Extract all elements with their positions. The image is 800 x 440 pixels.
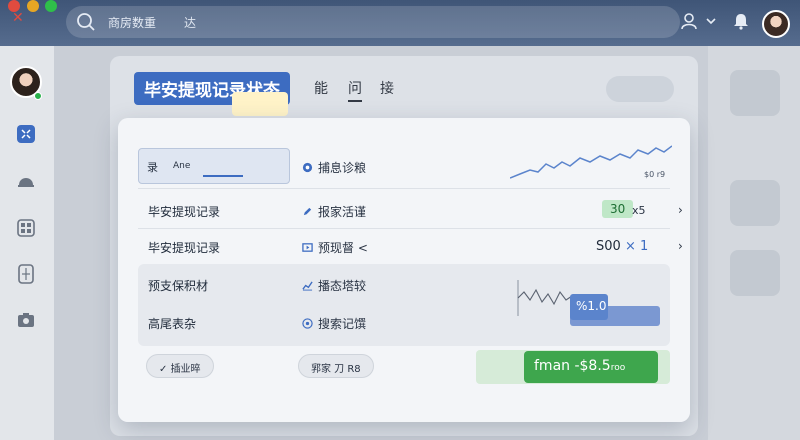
chart-icon — [302, 281, 313, 291]
window-minimize-dot[interactable] — [27, 0, 39, 12]
secondary-button-label: 插业晬 — [170, 364, 201, 375]
search-text: 商房数重 — [108, 16, 157, 30]
background-chip — [232, 92, 288, 116]
row-label-text: 搜索记馔 — [318, 317, 367, 331]
row-divider — [138, 188, 670, 189]
status-badge: 30 — [602, 200, 634, 218]
search-icon — [77, 13, 95, 31]
window-icon — [302, 243, 313, 252]
sparkline-label: $0 r9 — [644, 170, 666, 179]
grid-icon[interactable] — [16, 218, 36, 238]
window-maximize-dot[interactable] — [45, 0, 57, 12]
row-title: 高尾表杂 — [148, 317, 197, 331]
secondary-button[interactable]: ✓ 插业晬 — [146, 354, 214, 378]
tab-3[interactable]: 接 — [380, 78, 394, 98]
main-card: 录 Ane 捕息诊粮 $0 r9 毕安提现记录 报家活谨 › 30 x5 毕安提… — [118, 118, 690, 422]
cloud-icon[interactable] — [16, 172, 36, 192]
badge-suffix: x5 — [632, 204, 646, 217]
primary-button-label: fman -$8.5 — [534, 358, 611, 374]
row-label: 播态塔较 — [302, 277, 366, 294]
row-label: 捕息诊粮 — [302, 159, 366, 176]
top-bar: ✕ 商房数重 达 — [0, 0, 800, 46]
primary-button-suffix: roo — [610, 363, 626, 373]
tab-2[interactable]: 问 — [348, 78, 362, 102]
row-label: 搜索记馔 — [302, 315, 366, 332]
row-label-text: 预现督 < — [318, 241, 368, 255]
row-label-text: 捕息诊粮 — [318, 161, 367, 175]
tab-1[interactable]: 能 — [314, 78, 328, 98]
amount-number: S00 — [596, 239, 621, 254]
camera-icon[interactable] — [16, 310, 36, 330]
chevron-right-icon[interactable]: › — [678, 203, 683, 217]
background-pill — [606, 76, 674, 102]
row-label-text: 报家活谨 — [318, 205, 367, 219]
left-rail — [0, 46, 54, 440]
amount-multiplier: × 1 — [624, 239, 649, 254]
row-label-text: 播态塔较 — [318, 279, 367, 293]
primary-button[interactable]: fman -$8.5roo — [524, 351, 658, 383]
row-label: 预现督 < — [302, 239, 368, 256]
amount-value: S00 × 1 — [596, 239, 648, 254]
edit-icon — [303, 207, 312, 216]
background-tile — [730, 250, 780, 296]
gear-icon — [302, 162, 313, 173]
list-item[interactable]: 毕安提现记录 预现督 < › — [138, 228, 683, 266]
search-scope-tab[interactable]: 达 — [184, 14, 196, 31]
chevron-down-icon[interactable] — [705, 15, 717, 27]
row-title: 预支保积材 — [148, 279, 209, 293]
calculator-icon[interactable] — [16, 264, 36, 284]
bell-icon[interactable] — [732, 12, 750, 30]
row-label: 报家活谨 — [302, 203, 366, 220]
close-icon[interactable]: ✕ — [12, 10, 24, 26]
row-title: 毕安提现记录 — [148, 241, 221, 255]
mini-line-chart — [517, 280, 573, 316]
user-icon[interactable] — [680, 12, 698, 30]
target-icon — [302, 318, 313, 329]
online-status-dot — [34, 92, 42, 100]
check-icon: ✓ — [159, 364, 171, 375]
value-tag: %1.0 — [570, 294, 608, 320]
chevron-right-icon[interactable]: › — [678, 239, 683, 253]
avatar[interactable] — [762, 10, 790, 38]
list-item[interactable]: 毕安提现记录 报家活谨 › — [138, 192, 683, 230]
search-bar[interactable]: 商房数重 达 — [66, 6, 680, 38]
apps-icon[interactable] — [16, 124, 36, 144]
row-title: 毕安提现记录 — [148, 205, 221, 219]
background-tile — [730, 180, 780, 226]
background-tile — [730, 70, 780, 116]
filter-button[interactable]: 郛家 刀 R8 — [298, 354, 374, 378]
